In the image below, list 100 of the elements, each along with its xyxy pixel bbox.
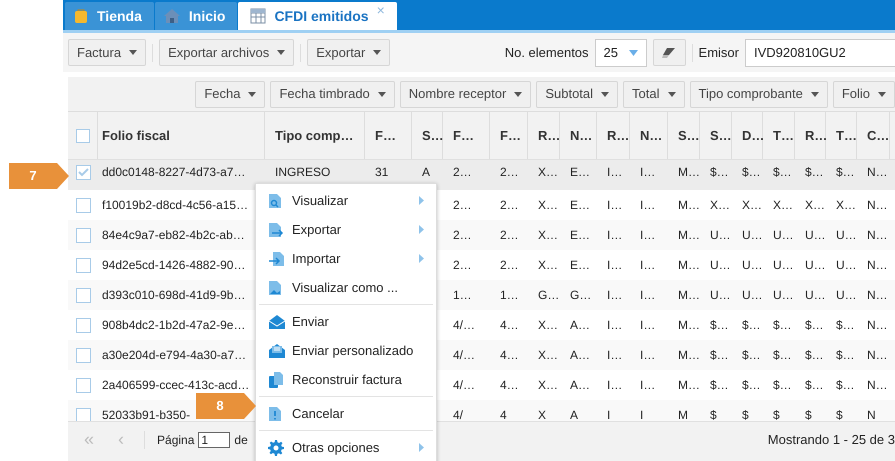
table-cell: X… [805,198,826,212]
checkbox[interactable] [76,128,90,142]
table-cell: $ [710,408,717,421]
document-image-icon [268,280,282,296]
checkbox[interactable] [76,348,90,362]
table-cell: 4 [500,408,507,421]
tab[interactable]: CFDI emitidos × [238,2,397,30]
table-cell: 4… [500,348,519,362]
table-cell: 2… [500,198,519,212]
column-header[interactable]: C… [857,112,890,159]
checkbox[interactable] [76,408,90,421]
table-cell: M… [678,258,700,272]
table-cell: 2… [453,165,472,179]
envelope-icon [268,314,286,330]
filter-button[interactable]: Tipo comprobante [690,80,828,108]
column-header[interactable]: S… [700,112,732,159]
caret-icon [129,50,138,55]
table-cell: X… [538,378,558,392]
column-header[interactable]: T… [763,112,795,159]
table-cell: 1… [453,288,472,302]
checkbox[interactable] [76,164,90,180]
table-cell: X… [773,198,794,212]
table-cell: $… [836,378,855,392]
table-cell: 4/… [453,348,476,362]
table-cell: $… [742,165,761,179]
column-header[interactable]: R… [795,112,826,159]
filter-button[interactable]: Fecha timbrado [270,80,395,108]
page-size-dropdown[interactable]: 25 [594,38,647,66]
column-header[interactable]: Folio fiscal [98,112,265,159]
table-cell: 52033b91-b350- [102,408,190,421]
column-header[interactable]: R… [597,112,630,159]
table-cell: I [607,408,610,421]
clear-button[interactable] [652,39,686,66]
checkbox[interactable] [76,288,90,302]
table-cell: X… [710,198,730,212]
menu-button[interactable]: Factura [68,39,146,66]
column-header[interactable]: Tipo comp… [265,112,365,159]
menu-button[interactable]: Exportar [307,39,390,66]
table-cell: U… [805,258,826,272]
checkmark-icon [78,168,88,176]
filter-button[interactable]: Folio [832,80,895,108]
caret-icon [601,92,610,96]
table-cell: X… [836,198,856,212]
menu-button[interactable]: Exportar archivos [159,39,294,66]
table-cell: U… [836,228,857,242]
table-cell: $… [805,348,824,362]
table-cell: INGRESO [275,165,330,179]
table-cell: U… [836,288,857,302]
column-header[interactable]: F… [443,112,490,159]
menu-item[interactable]: Cancelar [256,399,436,428]
table-cell: 31 [375,165,388,179]
document-search-icon [268,192,282,208]
table-cell: X [538,408,546,421]
table-cell: I… [607,165,622,179]
filter-button[interactable]: Subtotal [536,80,618,108]
column-header[interactable]: F… [490,112,528,159]
table-cell: 4/… [453,318,476,332]
caret-icon [878,92,886,96]
table-cell: 2… [500,228,519,242]
page-field[interactable]: 1 [198,432,230,448]
checkbox[interactable] [76,198,90,212]
column-header[interactable]: N… [560,112,597,159]
caret-icon [668,92,676,96]
filter-button[interactable]: Nombre receptor [400,80,532,108]
checkbox[interactable] [76,258,90,272]
table-cell: A… [570,378,590,392]
table-cell: I… [640,228,656,242]
filter-button[interactable]: Fecha [195,80,266,108]
column-header[interactable]: T… [826,112,857,159]
checkbox[interactable] [76,318,90,332]
table-cell: $… [710,378,729,392]
column-header[interactable]: S… [668,112,700,159]
column-header[interactable]: N… [630,112,668,159]
house-icon [162,8,181,24]
table-cell: 4/ [453,408,464,421]
menu-item[interactable]: Otras opciones [256,433,436,461]
table-cell: N… [867,228,888,242]
field-label: No. elementos [504,44,589,62]
table-row[interactable]: dd0c0148-8227-4d73-a7… INGRESO 31 A 2… 2… X… E… I… I… M… $… $… $… $… $… N… [68,160,895,190]
menu-item[interactable]: Enviar [256,307,436,336]
column-header[interactable]: S… [412,112,443,159]
table-cell: $… [805,318,824,332]
table-cell: E… [570,165,590,179]
table-cell: G… [570,288,592,302]
column-header[interactable]: D… [732,112,763,159]
table-cell: $… [710,165,729,179]
column-header[interactable]: R… [528,112,560,159]
checkbox[interactable] [76,378,90,392]
table-cell: A… [570,348,590,362]
table-cell: 4/… [453,378,476,392]
table-cell: A [570,408,578,421]
issuer-field[interactable]: IVD920810GU2 [745,38,895,66]
table-cell: 2… [500,258,519,272]
checkbox[interactable] [76,228,90,242]
table-cell: $… [742,378,761,392]
column-header[interactable]: F… [365,112,412,159]
table-cell: N… [867,348,888,362]
filter-button[interactable]: Total [623,80,684,108]
table-cell: I… [607,378,622,392]
table-cell: X… [538,198,558,212]
